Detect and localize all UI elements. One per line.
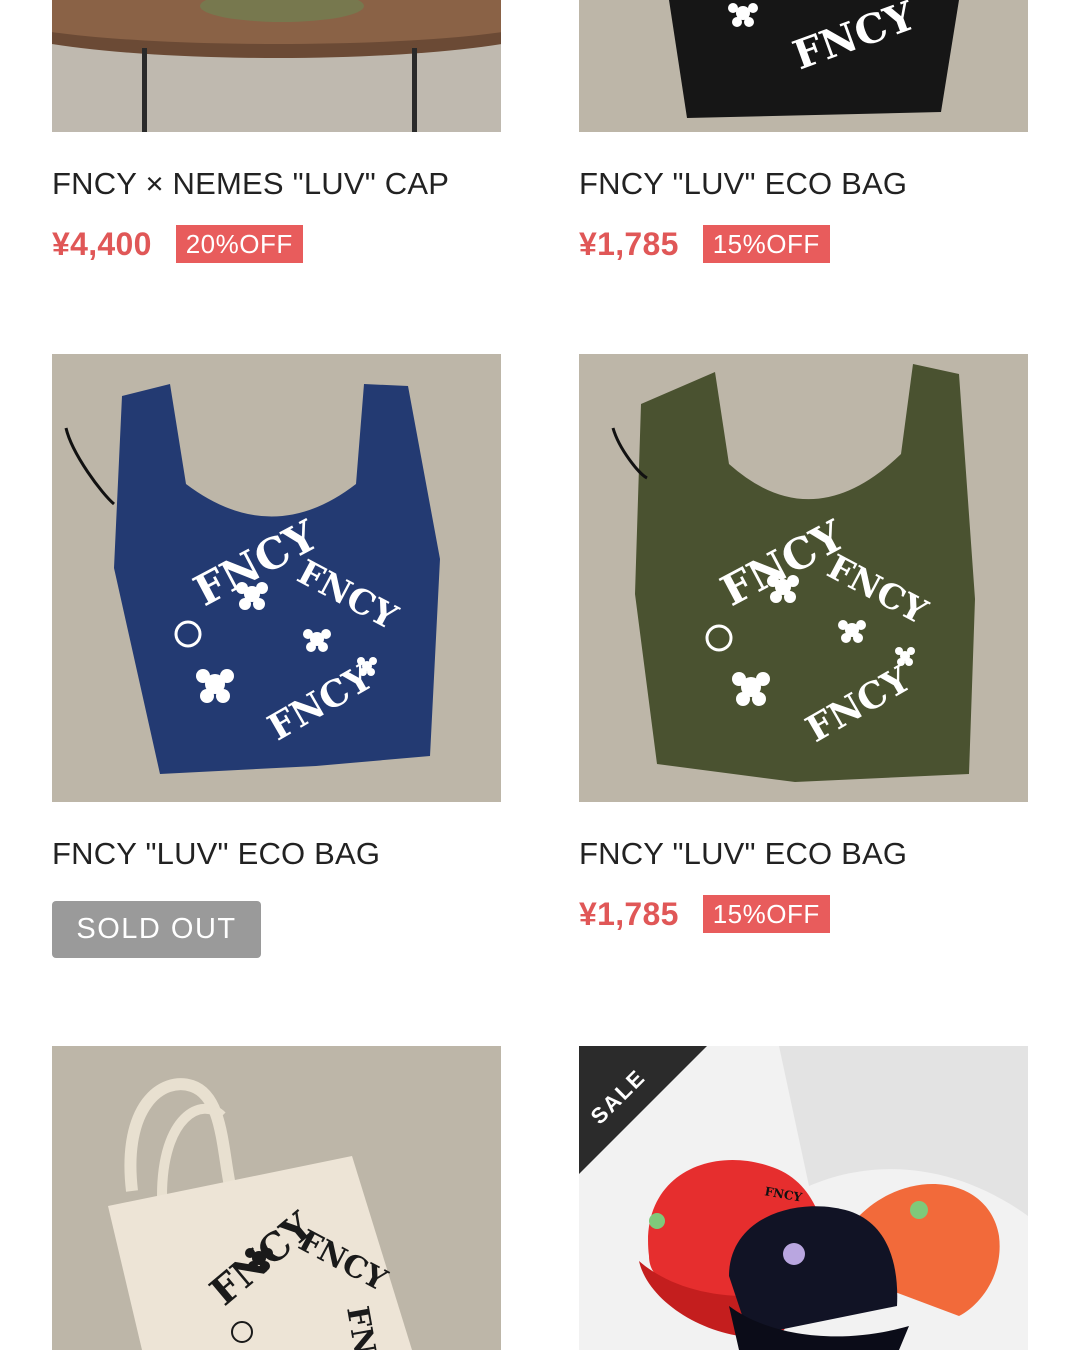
product-title[interactable]: FNCY "LUV" ECO BAG xyxy=(52,836,380,872)
discount-badge: 20%OFF xyxy=(175,225,303,263)
product-price: ¥1,785 xyxy=(579,895,679,932)
product-image-caps-sale[interactable]: FNCY SALE xyxy=(579,1046,1028,1350)
price-row: ¥1,785 15%OFF xyxy=(579,895,830,933)
discount-badge: 15%OFF xyxy=(702,895,830,933)
logo-mascot-icon xyxy=(649,1213,665,1229)
product-title[interactable]: FNCY × NEMES "LUV" CAP xyxy=(52,166,449,202)
sold-out-badge: SOLD OUT xyxy=(52,901,261,958)
product-price: ¥1,785 xyxy=(579,225,679,262)
product-image-eco-bag-olive[interactable]: FNCY FNCY FNCY xyxy=(579,354,1028,802)
product-image-eco-bag-navy[interactable]: FNCY FNCY FNCY xyxy=(52,354,501,802)
product-image-cap-nemes[interactable] xyxy=(52,0,501,132)
price-row: ¥4,400 20%OFF xyxy=(52,225,303,263)
price-row: ¥1,785 15%OFF xyxy=(579,225,830,263)
product-title[interactable]: FNCY "LUV" ECO BAG xyxy=(579,836,907,872)
product-title[interactable]: FNCY "LUV" ECO BAG xyxy=(579,166,907,202)
product-image-tote-natural[interactable]: FNCY FNCY FNCY xyxy=(52,1046,501,1350)
product-image-eco-bag-black[interactable]: FNCY xyxy=(579,0,1028,132)
logo-mascot-icon xyxy=(910,1201,928,1219)
logo-mascot-icon xyxy=(783,1243,805,1265)
discount-badge: 15%OFF xyxy=(702,225,830,263)
product-price: ¥4,400 xyxy=(52,225,152,262)
